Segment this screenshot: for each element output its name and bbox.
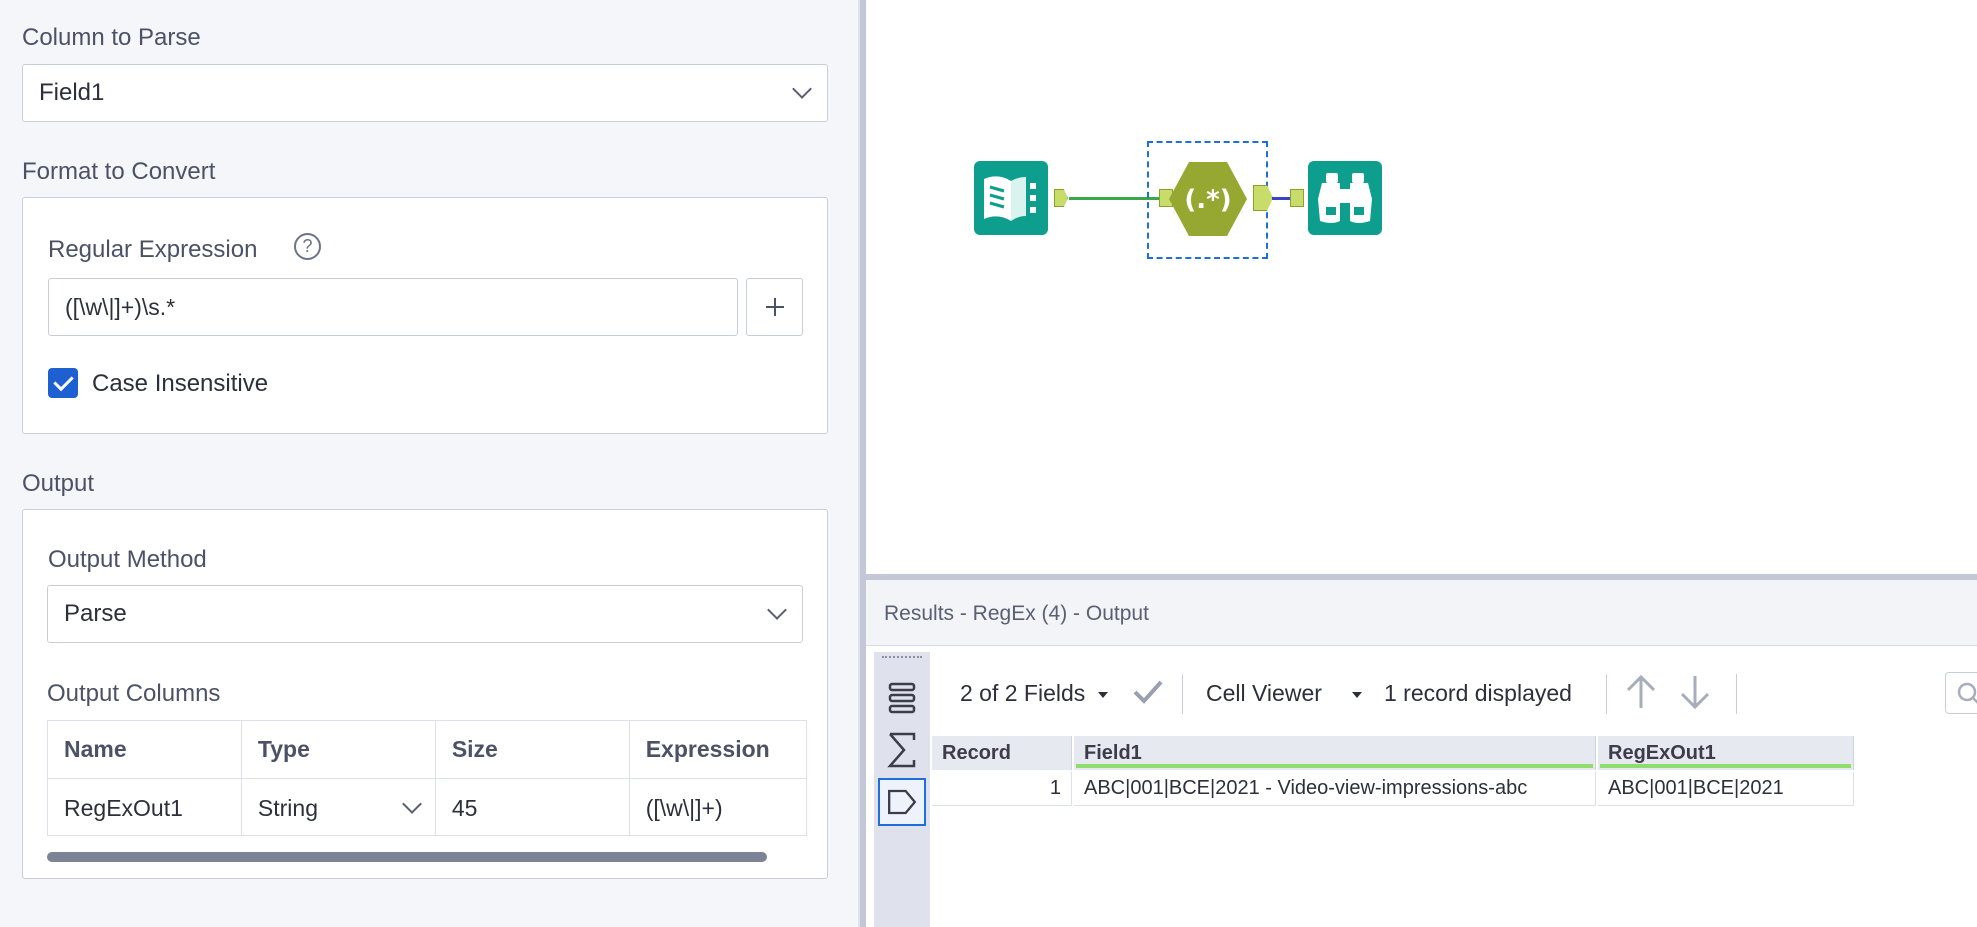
output-method-label: Output Method bbox=[48, 546, 207, 573]
results-header: Results - RegEx (4) - Output bbox=[866, 580, 1977, 646]
checkmark-icon[interactable] bbox=[1132, 678, 1164, 706]
column-header-name[interactable]: Name bbox=[48, 721, 242, 778]
connection-line[interactable] bbox=[1069, 197, 1159, 200]
results-sidebar bbox=[874, 652, 930, 927]
table-header-row: Name Type Size Expression bbox=[48, 721, 806, 779]
panel-splitter[interactable] bbox=[858, 0, 866, 927]
output-method-select[interactable]: Parse bbox=[47, 585, 803, 643]
grid-cell-regexout1[interactable]: ABC|001|BCE|2021 bbox=[1598, 772, 1854, 806]
regex-tool[interactable]: (.*) bbox=[1169, 162, 1247, 236]
grid-header-label: Record bbox=[942, 741, 1011, 764]
output-columns-label: Output Columns bbox=[47, 680, 221, 707]
arrow-down-icon[interactable] bbox=[1676, 672, 1714, 712]
grid-header-label: Field1 bbox=[1084, 741, 1142, 764]
table-view-icon[interactable] bbox=[878, 674, 926, 722]
toolbar-separator bbox=[1182, 674, 1183, 714]
workflow-canvas[interactable]: (.*) bbox=[866, 0, 1977, 574]
toolbar-separator bbox=[1606, 674, 1607, 714]
column-to-parse-select[interactable]: Field1 bbox=[22, 64, 828, 122]
regex-hexagon-icon: (.*) bbox=[1184, 185, 1231, 215]
output-column-type-select[interactable]: String bbox=[242, 779, 436, 835]
input-data-tool[interactable] bbox=[974, 161, 1048, 235]
output-method-value: Parse bbox=[64, 600, 127, 627]
input-anchor[interactable] bbox=[1290, 189, 1304, 207]
header-underline bbox=[1600, 764, 1851, 768]
column-header-type[interactable]: Type bbox=[242, 721, 436, 778]
chevron-down-icon bbox=[767, 600, 787, 620]
grid-header-field1[interactable]: Field1 bbox=[1074, 736, 1596, 770]
grid-cell-field1[interactable]: ABC|001|BCE|2021 - Video-view-impression… bbox=[1074, 772, 1596, 806]
regular-expression-value: ([\w\|]+)\s.* bbox=[65, 293, 176, 320]
output-column-expression: ([\w\|]+) bbox=[645, 794, 723, 821]
case-insensitive-label[interactable]: Case Insensitive bbox=[92, 370, 268, 398]
format-to-convert-label: Format to Convert bbox=[22, 158, 216, 185]
output-column-size[interactable]: 45 bbox=[436, 779, 630, 835]
output-section-label: Output bbox=[22, 470, 95, 497]
tag-metadata-icon[interactable] bbox=[878, 778, 926, 826]
configuration-panel: Column to Parse Field1 Format to Convert… bbox=[0, 0, 858, 927]
toolbar-separator bbox=[1736, 674, 1737, 714]
connection-line[interactable] bbox=[1272, 197, 1290, 200]
regular-expression-label: Regular Expression bbox=[48, 236, 258, 263]
table-row: RegExOut1 String 45 ([\w\|]+) bbox=[48, 779, 806, 835]
grid-cell-record[interactable]: 1 bbox=[932, 772, 1072, 806]
help-icon[interactable]: ? bbox=[294, 233, 321, 260]
results-title: Results - RegEx (4) - Output bbox=[884, 602, 1149, 625]
regular-expression-input[interactable]: ([\w\|]+)\s.* bbox=[48, 278, 738, 336]
horizontal-scrollbar[interactable] bbox=[47, 852, 767, 862]
grid-header-record[interactable]: Record bbox=[932, 736, 1072, 770]
search-input[interactable] bbox=[1945, 672, 1977, 714]
output-columns-table: Name Type Size Expression RegExOut1 Stri… bbox=[47, 720, 807, 836]
arrow-up-icon[interactable] bbox=[1622, 672, 1660, 712]
format-to-convert-card: Regular Expression ? ([\w\|]+)\s.* Case … bbox=[22, 197, 828, 434]
sigma-summary-icon[interactable] bbox=[878, 726, 926, 774]
output-anchor[interactable] bbox=[1054, 189, 1068, 207]
output-column-name[interactable]: RegExOut1 bbox=[48, 779, 242, 835]
scrollbar-thumb[interactable] bbox=[47, 852, 767, 862]
search-icon bbox=[1957, 682, 1977, 704]
grid-header-label: RegExOut1 bbox=[1608, 741, 1716, 764]
chevron-down-icon bbox=[401, 794, 422, 814]
header-underline bbox=[1076, 764, 1593, 768]
caret-down-icon[interactable] bbox=[1352, 692, 1362, 698]
browse-tool[interactable] bbox=[1308, 161, 1382, 235]
cell-viewer-button[interactable]: Cell Viewer bbox=[1206, 680, 1322, 707]
grid-header-regexout1[interactable]: RegExOut1 bbox=[1598, 736, 1854, 770]
results-toolbar: 2 of 2 Fields Cell Viewer 1 record displ… bbox=[930, 660, 1977, 724]
column-to-parse-value: Field1 bbox=[39, 79, 105, 106]
column-to-parse-label: Column to Parse bbox=[22, 24, 201, 51]
column-header-size[interactable]: Size bbox=[436, 721, 630, 778]
chevron-down-icon bbox=[792, 79, 812, 99]
caret-down-icon[interactable] bbox=[1098, 692, 1108, 698]
case-insensitive-checkbox[interactable] bbox=[48, 368, 78, 398]
column-header-expression[interactable]: Expression bbox=[630, 721, 806, 778]
output-column-type-value: String bbox=[257, 794, 318, 821]
fields-selector[interactable]: 2 of 2 Fields bbox=[960, 680, 1085, 707]
output-anchor[interactable] bbox=[1253, 185, 1273, 211]
drag-grip-icon[interactable] bbox=[882, 656, 922, 660]
insert-token-button[interactable] bbox=[746, 278, 803, 336]
records-displayed-text: 1 record displayed bbox=[1384, 680, 1572, 706]
